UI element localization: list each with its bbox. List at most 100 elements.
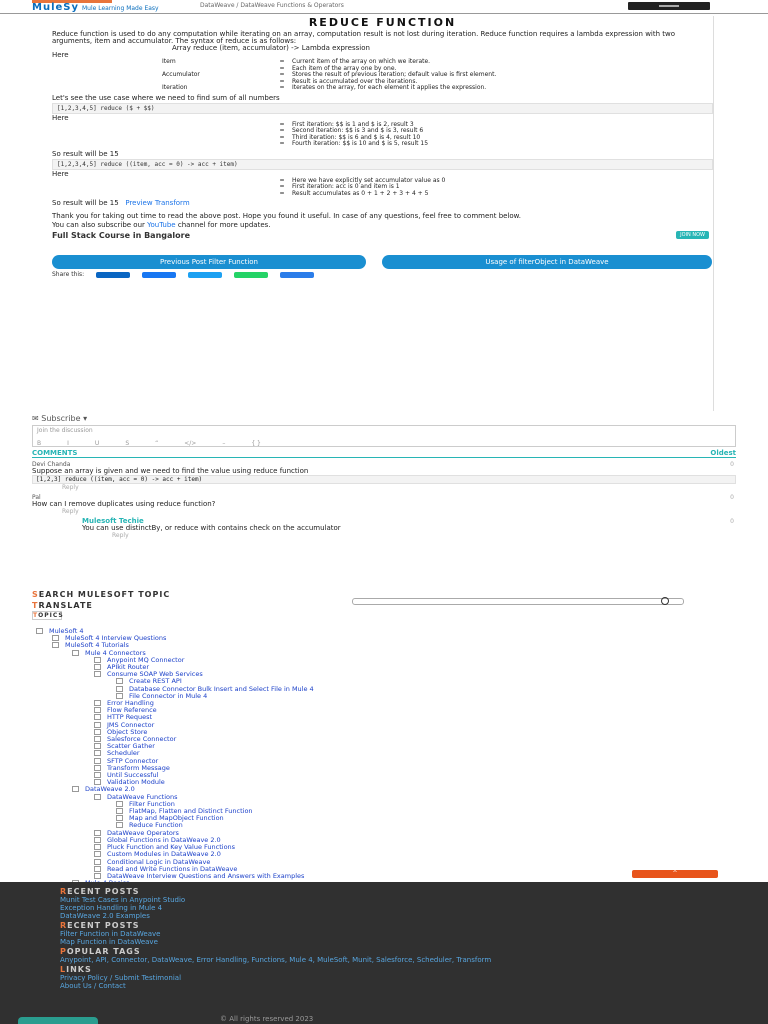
expand-icon[interactable] [94, 793, 101, 800]
expand-icon[interactable] [36, 628, 43, 634]
topic-item[interactable]: Custom Modules in DataWeave 2.0 [32, 851, 736, 858]
expand-icon[interactable] [52, 642, 59, 649]
topic-item[interactable]: Salesforce Connector [32, 736, 736, 743]
dash-button[interactable]: – [222, 440, 225, 447]
topic-item[interactable]: DataWeave 2.0 [32, 786, 736, 793]
expand-icon[interactable] [116, 808, 123, 815]
expand-icon[interactable] [116, 685, 123, 692]
topic-item[interactable]: APIkit Router [32, 664, 736, 671]
topic-item[interactable]: Global Functions in DataWeave 2.0 [32, 836, 736, 844]
telegram-share-icon[interactable] [280, 271, 315, 278]
twitter-share-icon[interactable] [188, 271, 223, 278]
expand-icon[interactable] [94, 750, 101, 757]
topic-item[interactable]: Validation Module [32, 779, 736, 786]
underline-button[interactable]: U [95, 440, 99, 447]
next-post-button[interactable]: Usage of filterObject in DataWeave [382, 255, 712, 269]
comment-editor[interactable]: Join the discussion B I U S “ </> – { } [32, 425, 736, 447]
expand-icon[interactable] [72, 786, 79, 793]
reply-link[interactable]: Reply [32, 508, 736, 515]
topic-item[interactable]: File Connector in Mule 4 [32, 692, 736, 700]
search-icon[interactable] [661, 597, 669, 605]
topic-item[interactable]: Read and Write Functions in DataWeave [32, 865, 736, 873]
expand-icon[interactable] [94, 865, 101, 872]
topic-item[interactable]: Mule 4 Connectors [32, 649, 736, 657]
expand-icon[interactable] [94, 714, 101, 721]
topic-item[interactable]: Anypoint MQ Connector [32, 656, 736, 664]
topic-item[interactable]: FlatMap, Flatten and Distinct Function [32, 808, 736, 815]
expand-icon[interactable] [94, 772, 101, 779]
topic-item[interactable]: MuleSoft 4 [32, 628, 736, 635]
linkedin-share-icon[interactable] [96, 271, 131, 278]
scroll-to-top-button[interactable]: ^ [632, 870, 718, 878]
vote-count[interactable]: 0 [730, 494, 734, 501]
code-button[interactable]: </> [184, 440, 196, 447]
search-input[interactable] [352, 597, 684, 605]
youtube-link[interactable]: YouTube [147, 221, 175, 229]
expand-icon[interactable] [94, 700, 101, 707]
sort-dropdown[interactable]: Oldest [710, 449, 736, 457]
topic-item[interactable]: Filter Function [32, 800, 736, 808]
chat-widget-button[interactable] [18, 1017, 98, 1024]
reply-link[interactable]: Reply [82, 532, 736, 539]
menu-button[interactable] [628, 2, 710, 10]
expand-icon[interactable] [94, 743, 101, 750]
expand-icon[interactable] [116, 678, 123, 685]
expand-icon[interactable] [94, 664, 101, 671]
facebook-share-icon[interactable] [142, 271, 177, 278]
strike-button[interactable]: S [125, 440, 129, 447]
topic-item[interactable]: Scatter Gather [32, 743, 736, 750]
expand-icon[interactable] [94, 836, 101, 843]
expand-icon[interactable] [116, 692, 123, 699]
site-logo[interactable]: MuleSy [32, 2, 79, 13]
expand-icon[interactable] [94, 779, 101, 786]
topic-item[interactable]: MuleSoft 4 Tutorials [32, 642, 736, 649]
footer-link[interactable]: About Us / Contact [60, 982, 708, 990]
italic-button[interactable]: I [67, 440, 69, 447]
topic-item[interactable]: Error Handling [32, 700, 736, 707]
expand-icon[interactable] [52, 635, 59, 642]
topic-item[interactable]: JMS Connector [32, 721, 736, 729]
recent-post-link[interactable]: Filter Function in DataWeave [60, 930, 708, 938]
topic-item[interactable]: Reduce Function [32, 822, 736, 829]
topic-item[interactable]: Map and MapObject Function [32, 815, 736, 822]
braces-button[interactable]: { } [251, 440, 261, 447]
vote-count[interactable]: 0 [730, 518, 734, 525]
recent-post-link[interactable]: DataWeave 2.0 Examples [60, 912, 708, 920]
topic-item[interactable]: MuleSoft 4 Interview Questions [32, 635, 736, 642]
expand-icon[interactable] [94, 872, 101, 879]
topic-item[interactable]: Scheduler [32, 750, 736, 757]
topic-item[interactable]: HTTP Request [32, 714, 736, 721]
topic-item[interactable]: Conditional Logic in DataWeave [32, 858, 736, 866]
subscribe-toggle[interactable]: ✉ Subscribe ▾ [32, 414, 736, 423]
expand-icon[interactable] [94, 656, 101, 663]
reply-link[interactable]: Reply [32, 484, 736, 491]
expand-icon[interactable] [94, 764, 101, 771]
vote-count[interactable]: 0 [730, 461, 734, 468]
expand-icon[interactable] [94, 844, 101, 851]
previous-post-button[interactable]: Previous Post Filter Function [52, 255, 366, 269]
expand-icon[interactable] [72, 649, 79, 656]
expand-icon[interactable] [94, 721, 101, 728]
expand-icon[interactable] [116, 822, 123, 829]
expand-icon[interactable] [94, 851, 101, 858]
bold-button[interactable]: B [37, 440, 41, 447]
footer-link[interactable]: Privacy Policy / Submit Testimonial [60, 974, 708, 982]
topic-item[interactable]: DataWeave Interview Questions and Answer… [32, 872, 736, 880]
topic-item[interactable]: SFTP Connector [32, 757, 736, 765]
topic-item[interactable]: Database Connector Bulk Insert and Selec… [32, 685, 736, 693]
preview-link[interactable]: Preview Transform [125, 199, 189, 207]
expand-icon[interactable] [94, 728, 101, 735]
recent-post-link[interactable]: Map Function in DataWeave [60, 938, 708, 946]
expand-icon[interactable] [116, 800, 123, 807]
topic-item[interactable]: Until Successful [32, 772, 736, 779]
join-now-button[interactable]: JOIN NOW [676, 231, 709, 239]
recent-post-link[interactable]: Exception Handling in Mule 4 [60, 904, 708, 912]
topic-item[interactable]: Consume SOAP Web Services [32, 671, 736, 678]
tag-cloud[interactable]: Anypoint, API, Connector, DataWeave, Err… [60, 956, 708, 964]
expand-icon[interactable] [94, 707, 101, 714]
topic-item[interactable]: DataWeave Operators [32, 829, 736, 837]
topic-item[interactable]: Create REST API [32, 678, 736, 685]
topic-item[interactable]: Pluck Function and Key Value Functions [32, 844, 736, 851]
expand-icon[interactable] [94, 829, 101, 836]
expand-icon[interactable] [94, 671, 101, 678]
